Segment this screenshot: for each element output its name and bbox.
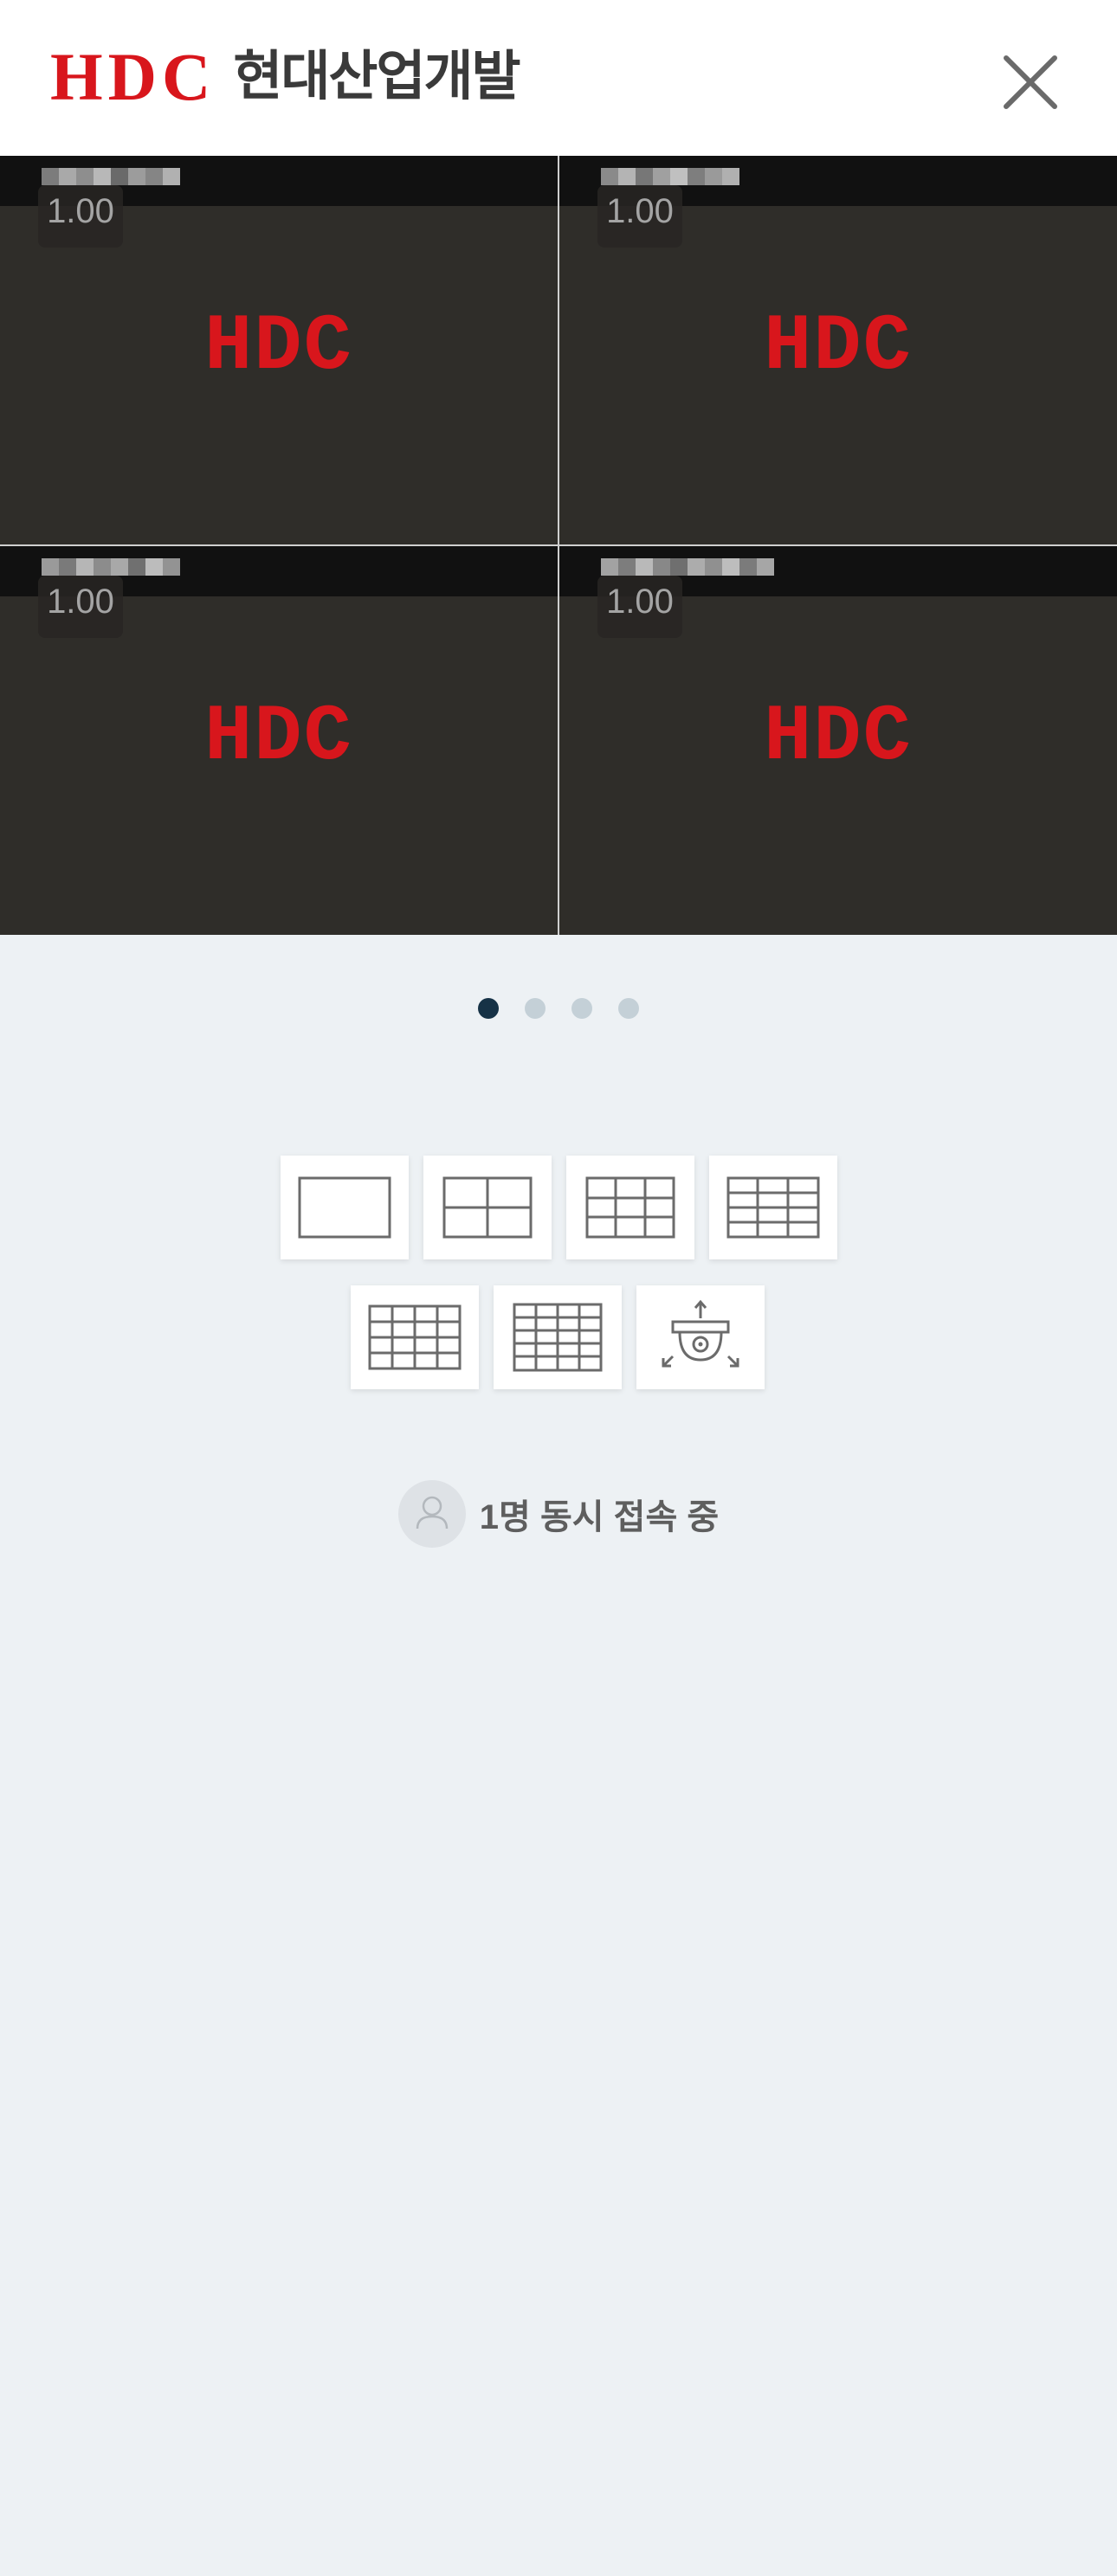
page-dot-2[interactable]	[525, 998, 546, 1019]
hdc-watermark: HDC	[764, 301, 913, 392]
hdc-watermark: HDC	[204, 692, 353, 782]
layout-3x3-button[interactable]	[566, 1156, 694, 1259]
camera-tile[interactable]: 1.00 HDC	[559, 546, 1117, 935]
user-avatar-icon	[397, 1480, 466, 1548]
playback-speed: 1.00	[597, 185, 682, 248]
layout-2x2-icon	[442, 1176, 533, 1239]
app-header: HDC 현대산업개발	[0, 0, 1117, 156]
ptz-camera-icon	[662, 1299, 739, 1368]
hdc-watermark: HDC	[204, 301, 353, 392]
layout-1x1-icon	[298, 1176, 391, 1239]
page-dot-4[interactable]	[618, 998, 639, 1019]
logo-text: 현대산업개발	[233, 47, 520, 106]
ptz-camera-button[interactable]	[636, 1285, 765, 1389]
layout-1x1-button[interactable]	[281, 1156, 409, 1259]
layout-4x5-button[interactable]	[494, 1285, 622, 1389]
hdc-logo: HDC 현대산업개발	[50, 38, 521, 116]
close-button[interactable]	[996, 48, 1065, 117]
camera-tile[interactable]: 1.00 HDC	[0, 156, 558, 544]
playback-speed: 1.00	[38, 576, 123, 638]
layout-2x2-button[interactable]	[423, 1156, 552, 1259]
layout-3x4-icon	[726, 1176, 820, 1239]
playback-speed: 1.00	[38, 185, 123, 248]
logo-mark: HDC	[50, 39, 216, 114]
concurrent-users-text: 1명 동시 접속 중	[479, 1498, 720, 1536]
layout-4x4-button[interactable]	[351, 1285, 479, 1389]
camera-tile[interactable]: 1.00 HDC	[559, 156, 1117, 544]
page-indicator	[0, 998, 1117, 1019]
playback-speed: 1.00	[597, 576, 682, 638]
page-dot-3[interactable]	[571, 998, 592, 1019]
close-icon	[1004, 55, 1057, 109]
layout-3x4-button[interactable]	[709, 1156, 837, 1259]
layout-4x4-icon	[368, 1304, 462, 1370]
layout-4x5-icon	[513, 1303, 603, 1372]
camera-grid: 1.00 HDC 1.00 HDC 1.00 HDC 1.00 HDC	[0, 156, 1117, 935]
layout-3x3-icon	[585, 1176, 675, 1239]
page-dot-1[interactable]	[478, 998, 499, 1019]
camera-tile[interactable]: 1.00 HDC	[0, 546, 558, 935]
hdc-watermark: HDC	[764, 692, 913, 782]
concurrent-users-indicator: 1명 동시 접속 중	[0, 1480, 1117, 1548]
